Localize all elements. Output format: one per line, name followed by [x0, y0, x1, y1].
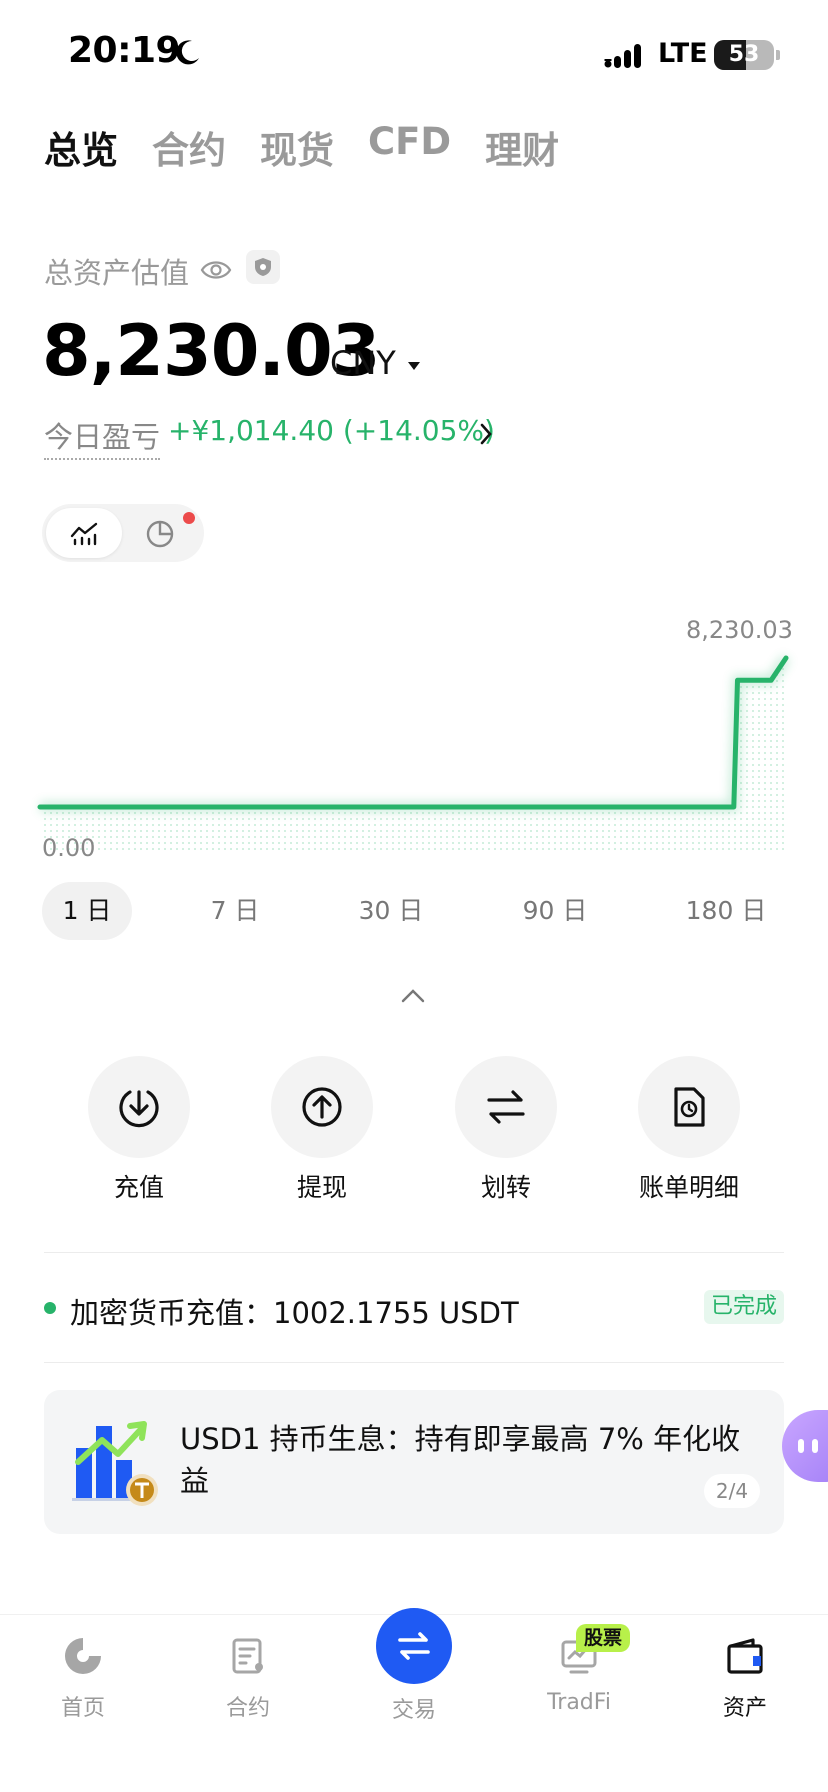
battery-indicator: 53: [714, 40, 774, 70]
range-7d[interactable]: 7 日: [190, 882, 280, 940]
security-badge[interactable]: [246, 250, 280, 284]
nav-assets[interactable]: 资产: [670, 1634, 820, 1722]
shield-icon: [255, 258, 271, 276]
swap-icon: [398, 1632, 430, 1660]
bill-icon: [674, 1087, 705, 1127]
battery-tip: [776, 50, 780, 60]
nav-assets-label: 资产: [722, 1696, 767, 1721]
network-label: LTE: [658, 38, 708, 69]
chart-min-label: 0.00: [42, 834, 96, 862]
chevron-up-icon[interactable]: [400, 988, 426, 1004]
status-badge: 已完成: [704, 1290, 784, 1324]
moon-icon: [176, 40, 199, 65]
deposit-record[interactable]: 加密货币充值：1002.1755 USDT: [70, 1290, 519, 1332]
transfer-button[interactable]: [455, 1056, 557, 1158]
bill-button[interactable]: [638, 1056, 740, 1158]
total-assets-value: 8,230.03: [42, 310, 380, 392]
tab-overview[interactable]: 总览: [44, 120, 118, 174]
nav-trade-label: 交易: [391, 1698, 436, 1723]
promo-text: USD1 持币生息：持有即享最高 7% 年化收益: [180, 1422, 741, 1498]
upload-icon: [302, 1087, 342, 1127]
assistant-float-button[interactable]: [782, 1410, 828, 1482]
status-time: 20:19: [68, 30, 181, 71]
nav-trade[interactable]: [376, 1608, 452, 1684]
range-90d[interactable]: 90 日: [510, 882, 600, 940]
nav-contract[interactable]: 合约: [173, 1634, 323, 1722]
chart-line-glow: [40, 655, 791, 812]
total-assets-label: 总资产估值: [44, 256, 190, 290]
promo-pagination: 2/4: [704, 1474, 760, 1508]
deposit-button[interactable]: [88, 1056, 190, 1158]
line-chart-toggle[interactable]: [46, 508, 122, 558]
nav-home-label: 首页: [60, 1696, 105, 1721]
line-chart-icon: [70, 522, 98, 546]
chart-area-fill: [40, 658, 786, 850]
signal-icon: [604, 44, 641, 68]
currency-selector[interactable]: CNY: [330, 344, 396, 382]
notification-dot: [183, 512, 195, 524]
bill-label: 账单明细: [638, 1173, 739, 1202]
divider: [44, 1252, 784, 1253]
withdraw-label: 提现: [296, 1173, 347, 1202]
eye-icon[interactable]: [200, 256, 232, 284]
stock-badge: 股票: [576, 1624, 631, 1652]
transfer-icon: [487, 1090, 525, 1124]
wallet-icon: [727, 1638, 763, 1674]
caret-down-icon[interactable]: [408, 362, 420, 370]
divider: [44, 1362, 784, 1363]
contract-icon: [232, 1638, 263, 1674]
nav-home[interactable]: 首页: [8, 1634, 158, 1722]
range-180d[interactable]: 180 日: [676, 882, 776, 940]
range-30d[interactable]: 30 日: [346, 882, 436, 940]
download-icon: [119, 1090, 159, 1128]
chevron-right-icon[interactable]: [478, 422, 494, 446]
tab-earn[interactable]: 理财: [485, 120, 559, 174]
tab-futures[interactable]: 合约: [152, 120, 226, 174]
bar-growth-icon: [72, 1421, 158, 1506]
pie-chart-icon[interactable]: [144, 516, 178, 550]
tab-cfd[interactable]: CFD: [368, 120, 451, 174]
today-pnl-label[interactable]: 今日盈亏: [44, 414, 161, 460]
transfer-label: 划转: [480, 1173, 531, 1202]
today-pnl-value[interactable]: +¥1,014.40 (+14.05%): [168, 414, 495, 447]
asset-tabs: 总览 合约 现货 CFD 理财: [44, 120, 559, 174]
asset-line-chart[interactable]: [0, 600, 828, 860]
nav-tradfi-label: TradFi: [547, 1690, 611, 1715]
battery-level: 53: [728, 42, 760, 67]
nav-contract-label: 合约: [225, 1696, 270, 1721]
withdraw-button[interactable]: [271, 1056, 373, 1158]
tab-spot[interactable]: 现货: [260, 120, 334, 174]
chart-series-line: [37, 655, 789, 810]
home-icon: [65, 1638, 101, 1674]
status-dot: [44, 1302, 56, 1314]
deposit-label: 充值: [113, 1173, 164, 1202]
range-1d[interactable]: 1 日: [42, 882, 132, 940]
